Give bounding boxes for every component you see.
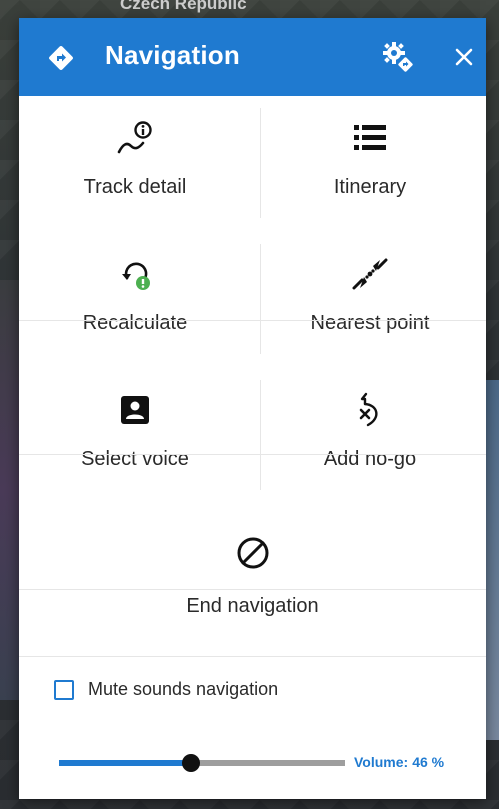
map-edge-right xyxy=(485,380,499,740)
track-detail-button[interactable]: Track detail xyxy=(19,96,251,230)
select-voice-label: Select voice xyxy=(81,448,189,470)
nearest-point-icon xyxy=(352,258,388,290)
list-icon xyxy=(354,125,386,150)
divider xyxy=(19,320,486,321)
nearest-point-button[interactable]: Nearest point xyxy=(254,232,486,366)
recalculate-icon xyxy=(122,262,150,290)
mute-sounds-toggle[interactable]: Mute sounds navigation xyxy=(54,679,278,700)
itinerary-button[interactable]: Itinerary xyxy=(254,96,486,230)
dialog-header: Navigation xyxy=(19,18,486,96)
track-detail-icon xyxy=(117,121,152,154)
divider xyxy=(260,244,261,354)
map-region-label: Czech Republic xyxy=(120,0,247,13)
divider xyxy=(19,454,486,455)
add-no-go-button[interactable]: Add no-go xyxy=(254,368,486,502)
map-edge-left xyxy=(0,280,20,700)
dialog-title: Navigation xyxy=(105,40,240,70)
no-go-icon xyxy=(359,392,378,427)
block-icon xyxy=(237,537,268,569)
divider xyxy=(260,108,261,218)
close-icon[interactable] xyxy=(451,44,477,70)
navigation-diamond-icon xyxy=(49,46,73,70)
settings-navigation-icon[interactable] xyxy=(381,40,415,74)
itinerary-label: Itinerary xyxy=(333,176,407,198)
volume-readout: Volume: 46 % xyxy=(354,754,444,770)
mute-sounds-checkbox[interactable] xyxy=(54,679,74,700)
end-navigation-button[interactable]: End navigation xyxy=(19,513,486,658)
nearest-point-label: Nearest point xyxy=(310,312,430,334)
select-voice-button[interactable]: Select voice xyxy=(19,368,251,502)
sound-settings: Mute sounds navigation Volume: 46 % xyxy=(19,655,486,799)
recalculate-label: Recalculate xyxy=(82,312,188,334)
track-detail-label: Track detail xyxy=(83,176,187,198)
end-navigation-label: End navigation xyxy=(186,595,319,617)
add-no-go-label: Add no-go xyxy=(323,448,417,470)
voice-contact-icon xyxy=(121,396,149,424)
divider xyxy=(260,380,261,490)
volume-slider-thumb[interactable] xyxy=(181,754,200,772)
volume-value: 46 % xyxy=(412,754,445,770)
recalculate-button[interactable]: Recalculate xyxy=(19,232,251,366)
volume-slider[interactable] xyxy=(59,753,345,773)
mute-sounds-label: Mute sounds navigation xyxy=(88,679,279,699)
navigation-dialog: Navigation Track detail Itinerary Recalc… xyxy=(19,18,486,799)
volume-label: Volume: xyxy=(354,754,409,770)
volume-slider-fill xyxy=(59,760,191,766)
